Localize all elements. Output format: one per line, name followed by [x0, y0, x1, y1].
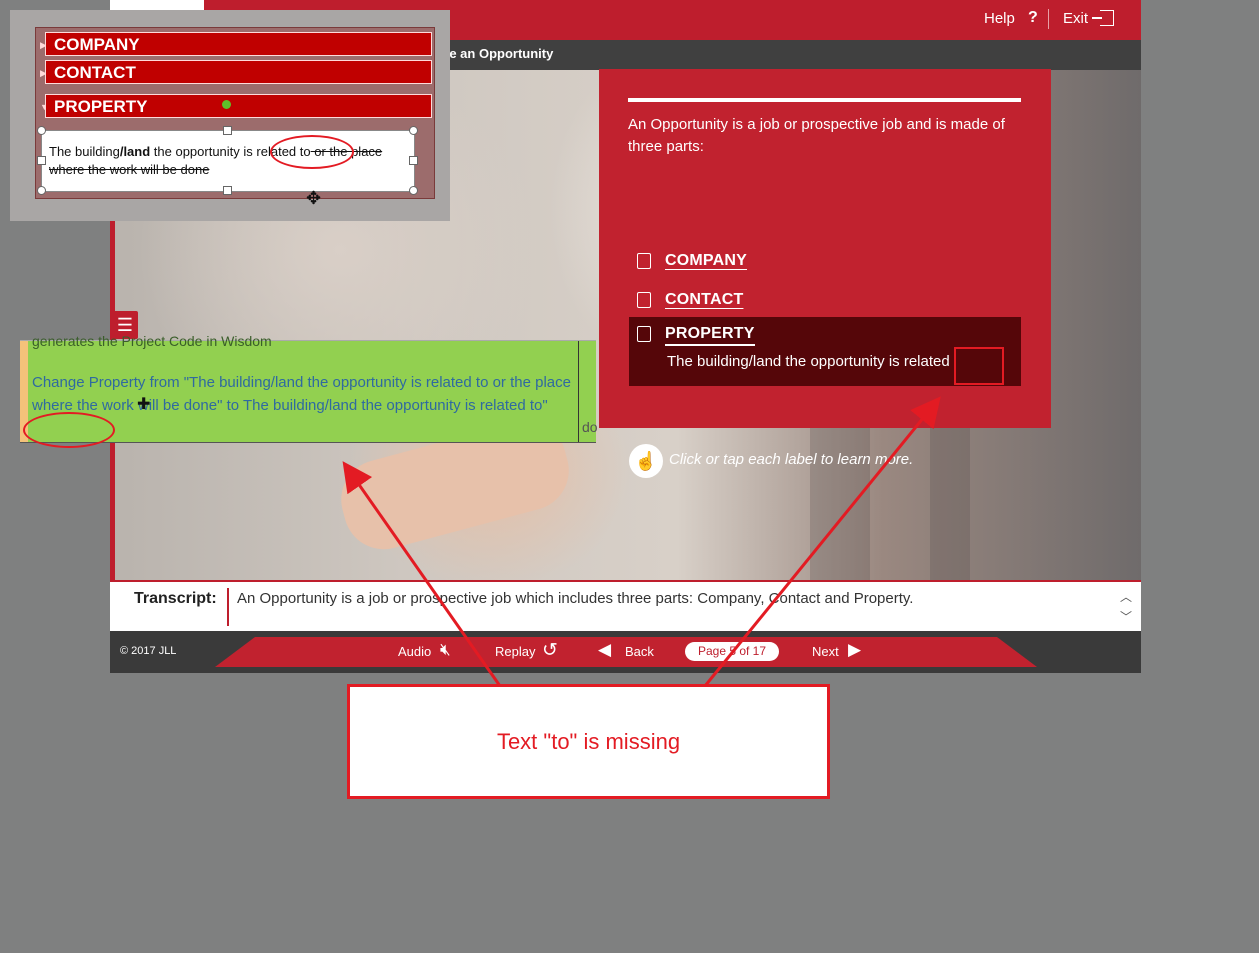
annotation-callout: Text "to" is missing [347, 684, 830, 799]
arrow-to-property [703, 396, 941, 687]
arrow-to-changelog [342, 461, 502, 687]
annotation-arrows [342, 396, 941, 687]
callout-text: Text "to" is missing [496, 729, 681, 754]
